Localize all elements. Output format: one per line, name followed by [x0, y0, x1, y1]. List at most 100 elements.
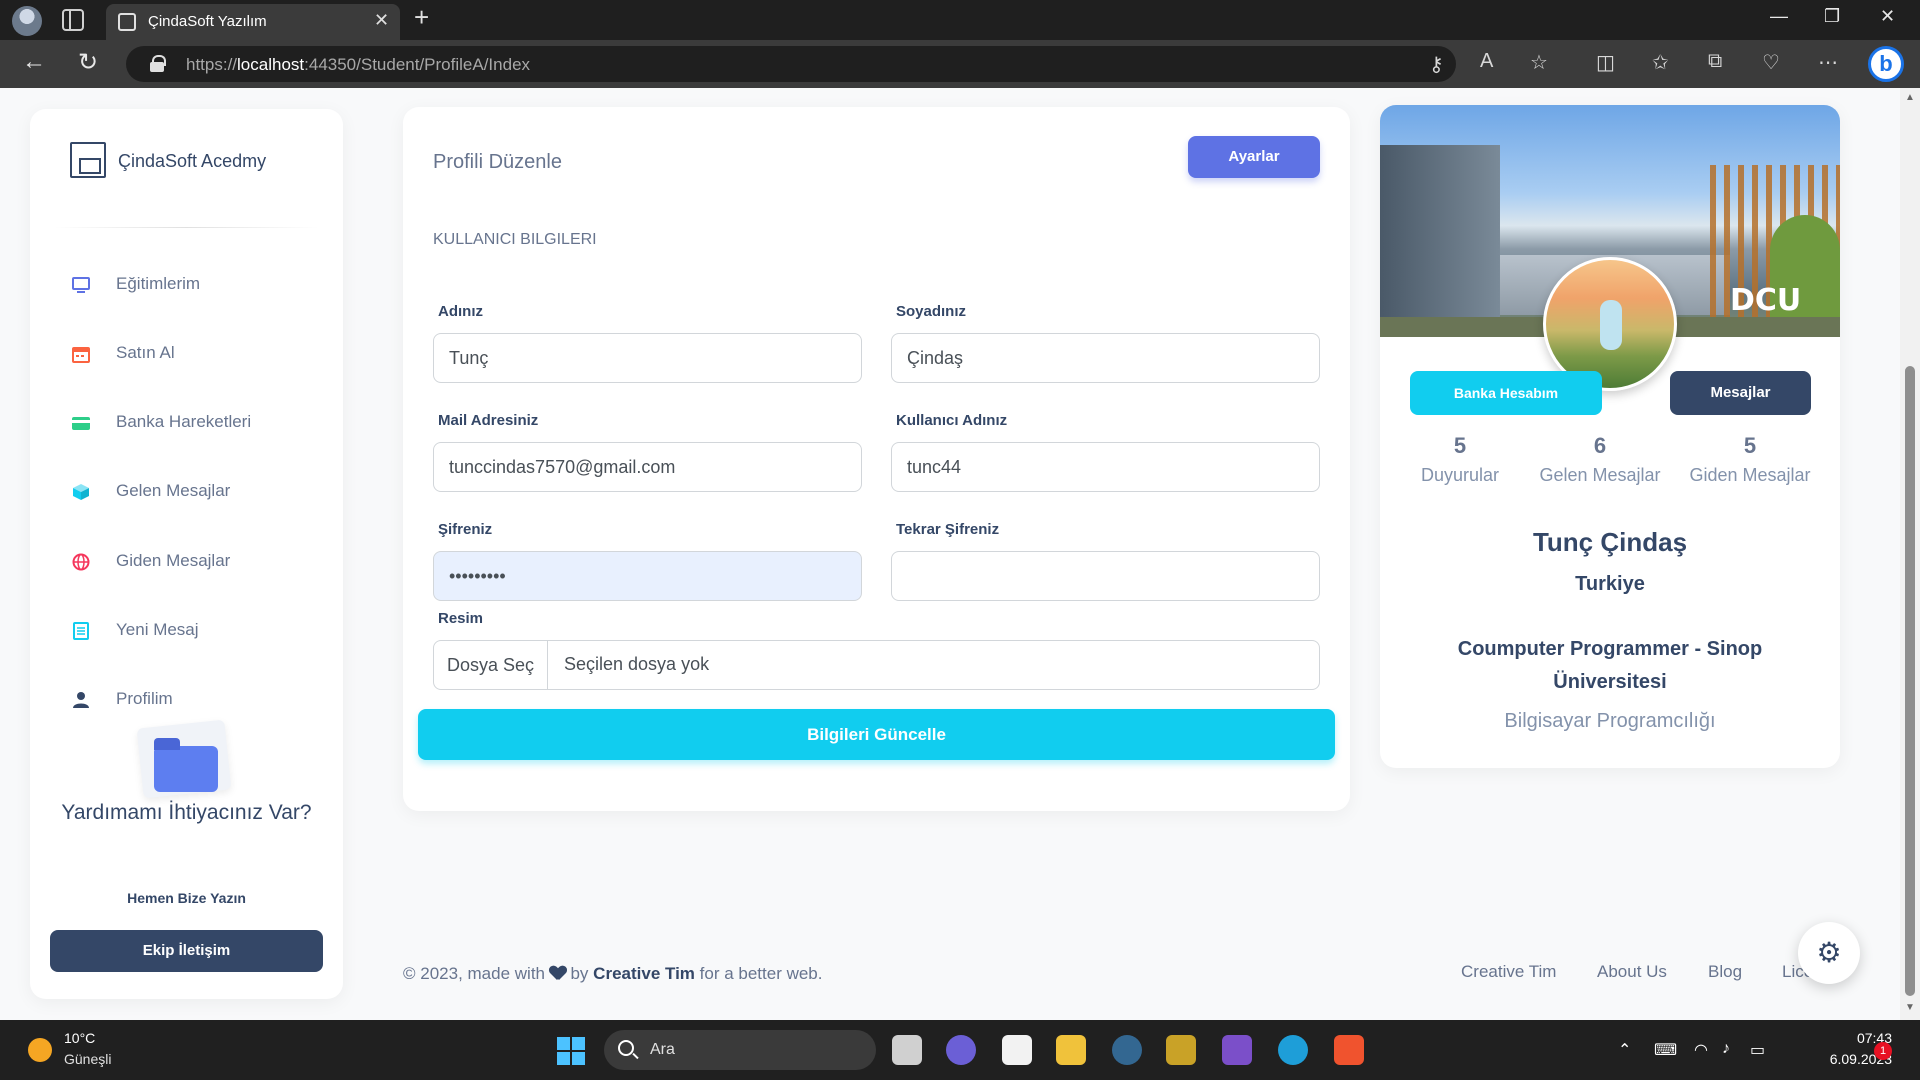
divider [54, 227, 319, 228]
battery-icon[interactable]: ▭ [1750, 1040, 1765, 1060]
footer-link-about-us[interactable]: About Us [1597, 962, 1667, 982]
confirm-password-field[interactable] [891, 551, 1320, 601]
scroll-up-icon[interactable]: ▲ [1905, 92, 1915, 103]
stat-value: 5 [1743, 433, 1757, 458]
help-title: Yardımamı İhtiyacınız Var? [61, 801, 312, 824]
browser-tab[interactable]: ÇindaSoft Yazılım ✕ [106, 4, 400, 40]
username-field[interactable] [891, 442, 1320, 492]
task-view-icon[interactable] [892, 1035, 922, 1065]
keyboard-icon[interactable]: ⌨ [1654, 1040, 1677, 1060]
settings-button[interactable]: Ayarlar [1188, 136, 1320, 178]
stat-announcements: 5 Duyurular [1410, 433, 1510, 486]
profile-job: Coumputer Programmer - Sinop Üniversites… [1457, 638, 1763, 693]
more-options-icon[interactable]: ⋯ [1818, 50, 1838, 75]
sidebar-item-label: Eğitimlerim [116, 274, 201, 293]
sidebar-item-giden-mesajlar[interactable]: Giden Mesajlar [60, 539, 320, 585]
update-info-button[interactable]: Bilgileri Güncelle [418, 709, 1335, 760]
stat-value: 5 [1453, 433, 1467, 458]
windows-start-icon[interactable] [557, 1037, 585, 1065]
scroll-thumb[interactable] [1905, 366, 1915, 996]
stat-outgoing-messages: 5 Giden Mesajlar [1680, 433, 1820, 486]
new-tab-icon[interactable]: + [414, 2, 429, 33]
notification-badge[interactable]: 1 [1874, 1042, 1892, 1060]
microsoft-store-icon[interactable] [1002, 1035, 1032, 1065]
first-name-label: Adınız [438, 303, 483, 320]
brave-icon[interactable] [1334, 1035, 1364, 1065]
file-input[interactable]: Dosya Seç Seçilen dosya yok [433, 640, 1320, 690]
footer-link-creative-tim[interactable]: Creative Tim [1461, 962, 1556, 982]
split-screen-icon[interactable]: ◫ [1596, 50, 1615, 75]
file-explorer-icon[interactable] [1056, 1035, 1086, 1065]
sidebar-item-gelen-mesajlar[interactable]: Gelen Mesajlar [60, 469, 320, 515]
windows-taskbar: 10°C Güneşli Ara ⌃ ⌨ ◠ ♪ ▭ 07:43 6.09.20… [0, 1020, 1920, 1080]
address-bar: ← ↻ https://localhost:44350/Student/Prof… [0, 40, 1920, 88]
tab-actions-icon[interactable] [62, 9, 84, 31]
maximize-icon[interactable]: ❐ [1824, 6, 1840, 27]
sidebar-item-label: Banka Hareketleri [116, 412, 252, 431]
stat-label: Duyurular [1420, 465, 1500, 485]
help-illustration-icon [130, 716, 240, 806]
settings-gear-icon[interactable]: ⚙ [1798, 922, 1860, 984]
reload-icon[interactable]: ↻ [78, 48, 98, 77]
last-name-field[interactable] [891, 333, 1320, 383]
sidebar-item-satin-al[interactable]: Satın Al [60, 331, 320, 377]
wifi-icon[interactable]: ◠ [1694, 1040, 1708, 1060]
back-icon[interactable]: ← [22, 48, 46, 76]
profile-avatar-icon[interactable] [12, 6, 42, 36]
url-text: https://localhost:44350/Student/ProfileA… [186, 55, 531, 74]
search-icon [618, 1040, 634, 1056]
email-field[interactable] [433, 442, 862, 492]
volume-icon[interactable]: ♪ [1722, 1040, 1730, 1058]
bank-account-button[interactable]: Banka Hesabım [1410, 371, 1602, 415]
cover-logo-text: DCU [1730, 283, 1802, 318]
browser-essentials-icon[interactable]: ♡ [1762, 50, 1780, 75]
search-placeholder: Ara [650, 1041, 675, 1058]
key-icon[interactable]: ⚷ [1429, 52, 1444, 77]
messages-button[interactable]: Mesajlar [1670, 371, 1811, 415]
url-field[interactable]: https://localhost:44350/Student/ProfileA… [126, 46, 1456, 82]
email-label: Mail Adresiniz [438, 412, 539, 429]
tray-chevron-icon[interactable]: ⌃ [1618, 1040, 1631, 1060]
sun-icon[interactable] [28, 1038, 52, 1062]
visual-studio-icon[interactable] [1222, 1035, 1252, 1065]
password-field[interactable] [433, 551, 862, 601]
footer-author-link[interactable]: Creative Tim [593, 964, 695, 983]
contact-team-button[interactable]: Ekip İletişim [50, 930, 323, 972]
box-icon [73, 484, 89, 500]
favorites-icon[interactable]: ✩ [1652, 50, 1669, 75]
image-label: Resim [438, 610, 484, 627]
sidebar-item-label: Profilim [116, 689, 173, 708]
postgresql-icon[interactable] [1112, 1035, 1142, 1065]
sidebar-item-yeni-mesaj[interactable]: Yeni Mesaj [60, 608, 320, 654]
stat-label: Gelen Mesajlar [1539, 465, 1661, 485]
page-scrollbar[interactable]: ▲ ▼ [1900, 88, 1920, 1020]
lock-icon [150, 55, 166, 72]
sidebar-item-label: Satın Al [116, 343, 175, 362]
sidebar-item-egitimlerim[interactable]: Eğitimlerim [60, 262, 320, 308]
weather-temperature: 10°C [64, 1030, 96, 1046]
edit-profile-card: Profili Düzenle Ayarlar KULLANICI BILGIL… [403, 107, 1350, 811]
minimize-icon[interactable]: — [1770, 6, 1788, 27]
bing-copilot-icon[interactable]: b [1868, 46, 1904, 82]
globe-icon [72, 553, 90, 571]
read-aloud-icon[interactable]: A [1480, 50, 1493, 73]
tool-app-icon[interactable] [1166, 1035, 1196, 1065]
scroll-down-icon[interactable]: ▼ [1905, 1002, 1915, 1013]
taskbar-search[interactable]: Ara [604, 1030, 876, 1070]
teams-chat-icon[interactable] [946, 1035, 976, 1065]
first-name-field[interactable] [433, 333, 862, 383]
section-title: KULLANICI BILGILERI [433, 231, 597, 248]
close-tab-icon[interactable]: ✕ [374, 10, 389, 31]
footer-link-blog[interactable]: Blog [1708, 962, 1742, 982]
collections-icon[interactable]: ⧉ [1708, 50, 1722, 73]
window-close-icon[interactable]: ✕ [1880, 6, 1895, 27]
credit-card-icon [72, 417, 90, 430]
sidebar-item-banka-hareketleri[interactable]: Banka Hareketleri [60, 400, 320, 446]
tab-title: ÇindaSoft Yazılım [148, 13, 267, 30]
choose-file-button[interactable]: Dosya Seç [434, 641, 548, 689]
favorite-star-icon[interactable]: ☆ [1530, 50, 1548, 75]
edge-icon[interactable] [1278, 1035, 1308, 1065]
file-status: Seçilen dosya yok [564, 654, 710, 674]
help-subtitle: Hemen Bize Yazın [127, 890, 246, 906]
document-icon [73, 622, 89, 640]
